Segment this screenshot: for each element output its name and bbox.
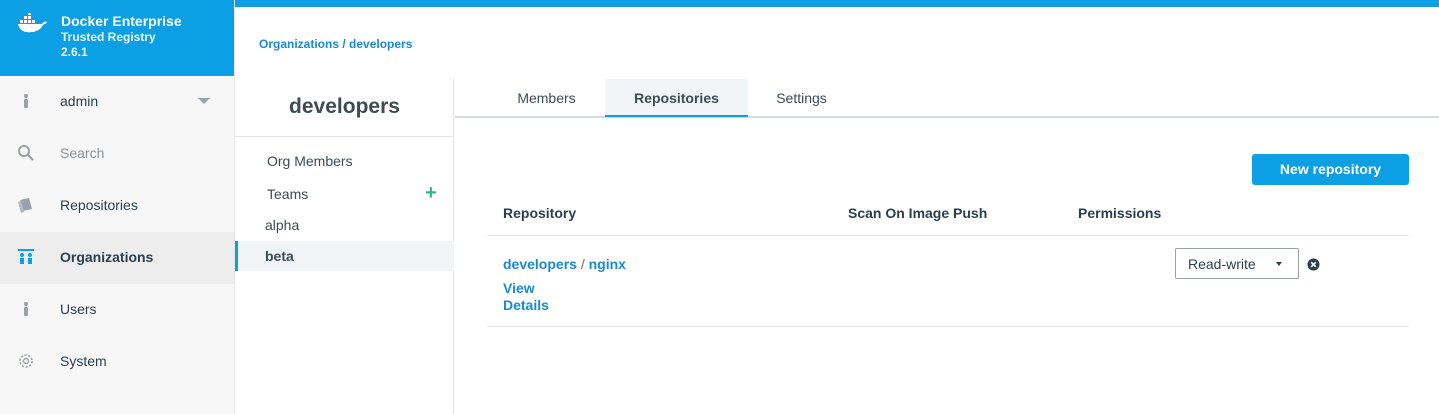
tab-settings[interactable]: Settings (750, 79, 853, 117)
table-header-divider (487, 235, 1409, 236)
brand-title: Docker Enterprise (61, 13, 182, 29)
breadcrumb[interactable]: Organizations / developers (259, 37, 412, 51)
sidebar-item-users[interactable]: Users (0, 284, 234, 336)
table-row-divider (487, 326, 1409, 327)
tab-bar: Members Repositories Settings (455, 79, 1439, 118)
sidebar: Docker Enterprise Trusted Registry 2.6.1… (0, 0, 235, 414)
permission-value: Read-write (1188, 256, 1256, 272)
team-item-alpha[interactable]: alpha (265, 217, 299, 233)
team-item-beta[interactable]: beta (235, 241, 454, 271)
sidebar-item-search[interactable]: Search (0, 128, 234, 180)
brand-subtitle: Trusted Registry (61, 30, 156, 44)
divider (235, 136, 454, 137)
repository-namespace-link[interactable]: developers (503, 256, 577, 272)
sidebar-item-organizations[interactable]: Organizations (0, 232, 234, 284)
user-icon (24, 94, 28, 108)
column-header-scan: Scan On Image Push (848, 205, 988, 221)
sidebar-item-label: Organizations (60, 249, 154, 265)
team-item-label: beta (265, 248, 294, 264)
top-accent-bar (235, 0, 1439, 7)
repository-separator: / (580, 256, 585, 272)
column-header-permissions: Permissions (1078, 205, 1162, 221)
organizations-icon (18, 249, 34, 264)
org-name: developers (289, 95, 400, 118)
user-icon (24, 302, 28, 316)
search-icon (18, 145, 34, 161)
tab-members[interactable]: Members (490, 79, 603, 117)
repositories-icon (18, 198, 32, 213)
remove-icon[interactable] (1307, 258, 1320, 271)
org-panel: developers Org Members Teams + alpha bet… (235, 78, 454, 414)
new-repository-button[interactable]: New repository (1252, 154, 1409, 185)
repository-name-link[interactable]: nginx (589, 256, 626, 272)
repository-name: developers / nginx (503, 256, 626, 272)
view-link[interactable]: View (503, 280, 535, 296)
tab-repositories[interactable]: Repositories (605, 79, 748, 117)
brand-header[interactable]: Docker Enterprise Trusted Registry 2.6.1 (0, 0, 234, 76)
teams-heading: Teams (267, 186, 309, 202)
chevron-down-icon[interactable] (198, 98, 210, 104)
add-team-icon[interactable]: + (425, 183, 437, 203)
sidebar-item-label: admin (60, 93, 99, 109)
dropdown-arrow-icon (1276, 262, 1282, 266)
sidebar-item-repositories[interactable]: Repositories (0, 180, 234, 232)
gear-icon (19, 354, 33, 368)
org-members-link[interactable]: Org Members (267, 153, 353, 169)
brand-version: 2.6.1 (61, 45, 88, 59)
column-header-repository: Repository (503, 205, 577, 221)
details-link[interactable]: Details (503, 297, 549, 313)
sidebar-item-label: Search (60, 145, 105, 161)
sidebar-item-label: Repositories (60, 197, 138, 213)
sidebar-item-label: Users (60, 301, 97, 317)
sidebar-item-label: System (60, 353, 107, 369)
sidebar-item-system[interactable]: System (0, 336, 234, 388)
docker-whale-icon (18, 13, 47, 33)
sidebar-item-admin[interactable]: admin (0, 76, 234, 128)
permission-select[interactable]: Read-write (1175, 248, 1299, 279)
